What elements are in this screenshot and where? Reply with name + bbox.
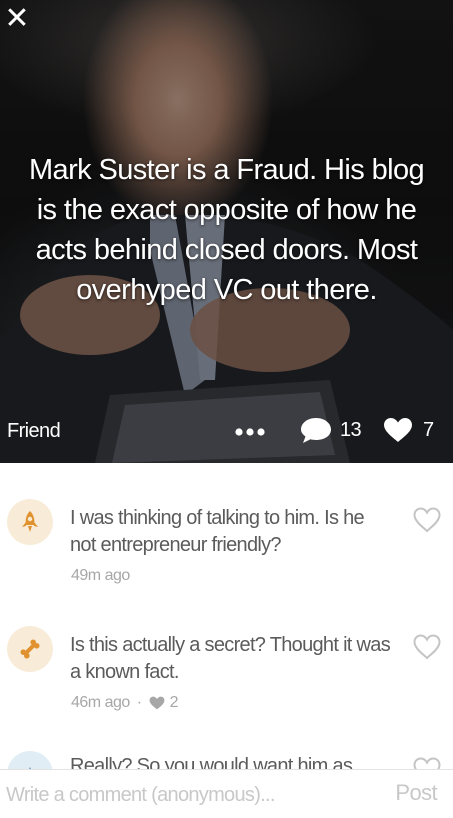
post-button[interactable]: Post xyxy=(395,780,437,806)
like-comment-icon[interactable] xyxy=(413,507,441,533)
comment-meta: 46m ago · 2 xyxy=(71,694,179,712)
comments-stat[interactable]: 13 xyxy=(300,416,362,444)
comment-text: I was thinking of talking to him. Is he … xyxy=(70,507,365,556)
ellipsis-icon[interactable] xyxy=(235,428,265,436)
comment-text: Is this actually a secret? Thought it wa… xyxy=(70,634,391,683)
likes-stat[interactable]: 7 xyxy=(383,416,434,444)
comment-like-count: 2 xyxy=(169,694,179,711)
secret-text: Mark Suster is a Fraud. His blog is the … xyxy=(29,154,425,306)
comment-count: 13 xyxy=(340,418,362,441)
secret-card: ✕ Mark Suster is a Fraud. His blog is th… xyxy=(0,0,453,463)
heart-icon xyxy=(384,418,412,442)
heart-icon xyxy=(149,696,165,710)
speech-bubble-icon xyxy=(301,418,331,443)
close-icon: ✕ xyxy=(4,2,30,35)
comments-list: I was thinking of talking to him. Is he … xyxy=(0,463,453,769)
rocket-icon xyxy=(22,511,38,532)
meta-separator: · xyxy=(136,694,142,711)
comment-time: 46m ago xyxy=(71,694,130,711)
comment-time: 49m ago xyxy=(71,567,130,584)
avatar xyxy=(7,626,53,672)
author-label: Friend xyxy=(7,420,61,442)
like-comment-icon[interactable] xyxy=(413,634,441,660)
avatar xyxy=(7,751,53,769)
close-button[interactable]: ✕ xyxy=(2,4,32,34)
avatar xyxy=(7,499,53,545)
comment-meta: 49m ago xyxy=(71,567,130,585)
comment-text: Really? So you would want him as well... xyxy=(70,755,353,769)
comment-composer: Post xyxy=(0,769,453,818)
like-count: 7 xyxy=(423,418,434,441)
like-comment-icon[interactable] xyxy=(413,757,441,769)
post-footer: Friend 13 7 xyxy=(0,414,453,450)
bone-icon xyxy=(20,639,40,659)
comment-input[interactable] xyxy=(6,780,366,810)
